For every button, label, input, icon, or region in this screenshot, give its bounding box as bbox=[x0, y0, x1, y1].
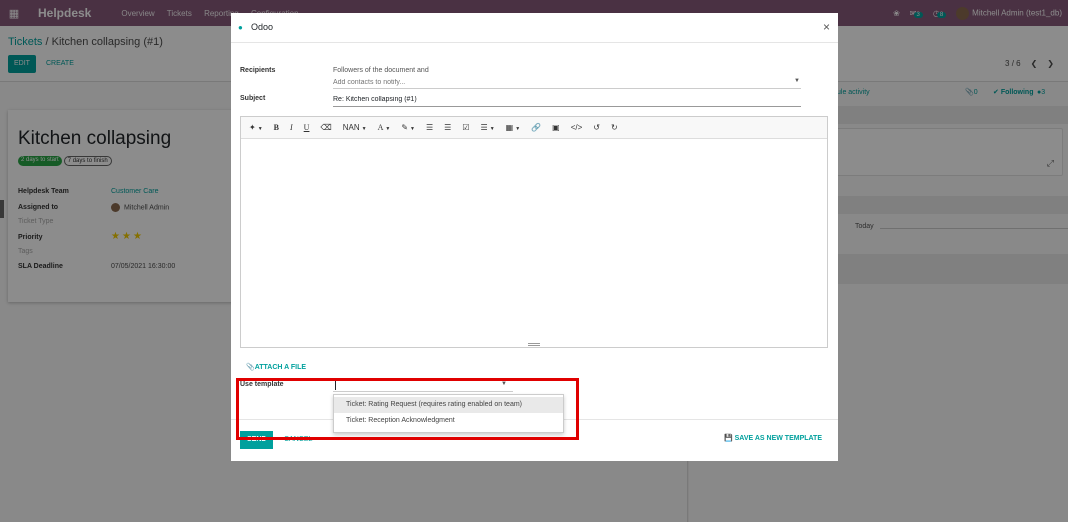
editor-resize-handle[interactable] bbox=[528, 343, 540, 346]
send-button[interactable]: SEND bbox=[240, 431, 274, 449]
align-icon[interactable]: ☰ ▼ bbox=[481, 123, 495, 132]
subject-label: Subject bbox=[240, 95, 266, 102]
code-view-icon[interactable]: </> bbox=[571, 123, 583, 132]
cancel-button[interactable]: CANCEL bbox=[284, 431, 312, 449]
text-cursor bbox=[335, 381, 336, 390]
font-size-dropdown[interactable]: NAN ▼ bbox=[343, 123, 367, 132]
chevron-down-icon[interactable]: ▼ bbox=[794, 78, 800, 84]
undo-icon[interactable]: ↺ bbox=[593, 123, 600, 132]
table-icon[interactable]: ▦ ▼ bbox=[506, 123, 521, 132]
template-select[interactable] bbox=[333, 380, 513, 392]
chevron-down-icon[interactable]: ▼ bbox=[501, 381, 507, 387]
recipients-label: Recipients bbox=[240, 67, 276, 74]
magic-wand-icon[interactable]: ✦ ▼ bbox=[249, 123, 263, 132]
underline-icon[interactable]: U bbox=[304, 123, 310, 132]
paperclip-icon: 📎 bbox=[246, 364, 255, 371]
template-option-reception-ack[interactable]: Ticket: Reception Acknowledgment bbox=[334, 413, 563, 429]
odoo-logo-icon: ● bbox=[238, 23, 243, 32]
compose-email-dialog: ● Odoo × Recipients Followers of the doc… bbox=[231, 13, 838, 461]
recipients-input[interactable] bbox=[333, 77, 801, 89]
italic-icon[interactable]: I bbox=[290, 123, 293, 132]
paint-brush-icon[interactable]: ✎ ▼ bbox=[401, 123, 415, 132]
template-label: Use template bbox=[240, 381, 284, 388]
editor-toolbar: ✦ ▼ B I U ⌫ NAN ▼ A ▼ ✎ ▼ ☰ ☰ ☑ ☰ ▼ ▦ ▼ 🔗 ▣ </… bbox=[241, 117, 827, 139]
save-as-template-button[interactable]: 💾 SAVE AS NEW TEMPLATE bbox=[724, 434, 822, 442]
subject-input[interactable] bbox=[333, 93, 801, 107]
text-color-dropdown[interactable]: A ▼ bbox=[378, 123, 391, 132]
template-option-rating-request[interactable]: Ticket: Rating Request (requires rating … bbox=[334, 397, 563, 413]
redo-icon[interactable]: ↻ bbox=[611, 123, 618, 132]
close-icon[interactable]: × bbox=[823, 20, 830, 34]
recipients-text: Followers of the document and bbox=[333, 67, 429, 74]
unordered-list-icon[interactable]: ☰ bbox=[426, 123, 433, 132]
image-icon[interactable]: ▣ bbox=[552, 123, 560, 132]
dialog-title: Odoo bbox=[251, 22, 274, 32]
template-dropdown: Ticket: Rating Request (requires rating … bbox=[333, 394, 564, 433]
dialog-header: ● Odoo × bbox=[231, 13, 838, 43]
save-icon: 💾 bbox=[723, 435, 733, 442]
html-editor: ✦ ▼ B I U ⌫ NAN ▼ A ▼ ✎ ▼ ☰ ☰ ☑ ☰ ▼ ▦ ▼ 🔗 ▣ </… bbox=[240, 116, 828, 348]
attach-file-button[interactable]: 📎ATTACH A FILE bbox=[246, 363, 306, 371]
bold-icon[interactable]: B bbox=[274, 123, 279, 132]
eraser-icon[interactable]: ⌫ bbox=[320, 123, 331, 132]
link-icon[interactable]: 🔗 bbox=[531, 123, 541, 132]
editor-body[interactable] bbox=[241, 139, 827, 343]
ordered-list-icon[interactable]: ☰ bbox=[444, 123, 451, 132]
checklist-icon[interactable]: ☑ bbox=[462, 123, 469, 132]
